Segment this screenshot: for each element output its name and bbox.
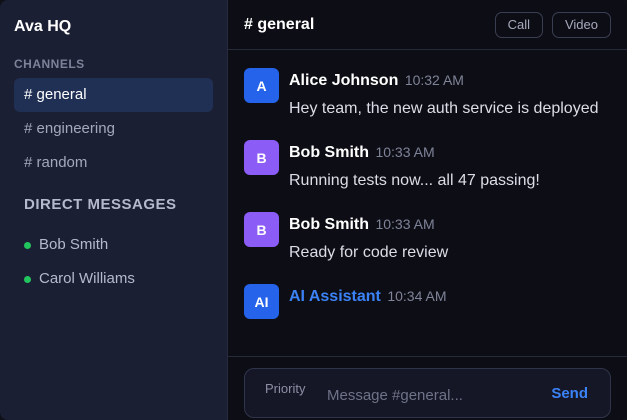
- message-text: Ready for code review: [289, 244, 449, 261]
- message-body: Bob Smith 10:33 AM Ready for code review: [289, 212, 611, 266]
- message: AI AI Assistant 10:34 AM: [244, 284, 611, 319]
- workspace-name[interactable]: Ava HQ: [14, 0, 213, 54]
- channel-engineering[interactable]: # engineering: [14, 112, 213, 146]
- direct-message-list: Bob Smith Carol Williams: [14, 228, 213, 296]
- channel-list: # general # engineering # random: [14, 78, 213, 180]
- online-status-icon: [24, 241, 31, 249]
- channels-section-label: CHANNELS: [14, 57, 85, 71]
- message-timestamp: 10:34 AM: [387, 288, 447, 304]
- ai-avatar[interactable]: AI: [244, 284, 279, 319]
- message-text: Hey team, the new auth service is deploy…: [289, 100, 599, 117]
- send-button[interactable]: Send: [537, 385, 602, 402]
- message-header: Bob Smith 10:33 AM: [289, 212, 611, 236]
- message-header: Alice Johnson 10:32 AM: [289, 68, 611, 92]
- message-list[interactable]: A Alice Johnson 10:32 AM Hey team, the n…: [228, 50, 627, 356]
- channel-header: # general Call Video: [228, 0, 627, 50]
- composer-area: Priority Send: [228, 356, 627, 420]
- message-author[interactable]: Bob Smith: [289, 144, 369, 161]
- dm-bob-smith[interactable]: Bob Smith: [14, 228, 213, 262]
- message-body: Alice Johnson 10:32 AM Hey team, the new…: [289, 68, 611, 122]
- message-author[interactable]: Alice Johnson: [289, 72, 398, 89]
- message-author-ai[interactable]: AI Assistant: [289, 288, 381, 305]
- channel-title: # general: [244, 15, 315, 33]
- sidebar: Ava HQ CHANNELS # general # engineering …: [0, 0, 228, 420]
- channel-random[interactable]: # random: [14, 146, 213, 180]
- message-input[interactable]: [327, 386, 538, 404]
- avatar[interactable]: B: [244, 140, 279, 175]
- message: B Bob Smith 10:33 AM Running tests now..…: [244, 140, 611, 194]
- message: A Alice Johnson 10:32 AM Hey team, the n…: [244, 68, 611, 122]
- avatar[interactable]: B: [244, 212, 279, 247]
- main-panel: # general Call Video A Alice Johnson 10:…: [228, 0, 627, 420]
- dm-name: Carol Williams: [39, 270, 135, 287]
- message: B Bob Smith 10:33 AM Ready for code revi…: [244, 212, 611, 266]
- dm-name: Bob Smith: [39, 236, 109, 253]
- message-text: Running tests now... all 47 passing!: [289, 172, 540, 189]
- message-header: AI Assistant 10:34 AM: [289, 284, 611, 308]
- message-timestamp: 10:33 AM: [375, 144, 435, 160]
- message-body: Bob Smith 10:33 AM Running tests now... …: [289, 140, 611, 194]
- dm-carol-williams[interactable]: Carol Williams: [14, 262, 213, 296]
- video-button[interactable]: Video: [551, 11, 611, 38]
- message-composer: Priority Send: [244, 368, 611, 418]
- chat-app: Ava HQ CHANNELS # general # engineering …: [0, 0, 627, 420]
- priority-toggle[interactable]: Priority: [265, 381, 327, 396]
- call-button[interactable]: Call: [494, 11, 543, 38]
- message-body: AI Assistant 10:34 AM: [289, 284, 611, 319]
- avatar[interactable]: A: [244, 68, 279, 103]
- direct-messages-section-label: DIRECT MESSAGES: [24, 196, 177, 213]
- message-timestamp: 10:33 AM: [375, 216, 435, 232]
- online-status-icon: [24, 275, 31, 283]
- message-author[interactable]: Bob Smith: [289, 216, 369, 233]
- message-header: Bob Smith 10:33 AM: [289, 140, 611, 164]
- channel-general[interactable]: # general: [14, 78, 213, 112]
- message-timestamp: 10:32 AM: [404, 72, 464, 88]
